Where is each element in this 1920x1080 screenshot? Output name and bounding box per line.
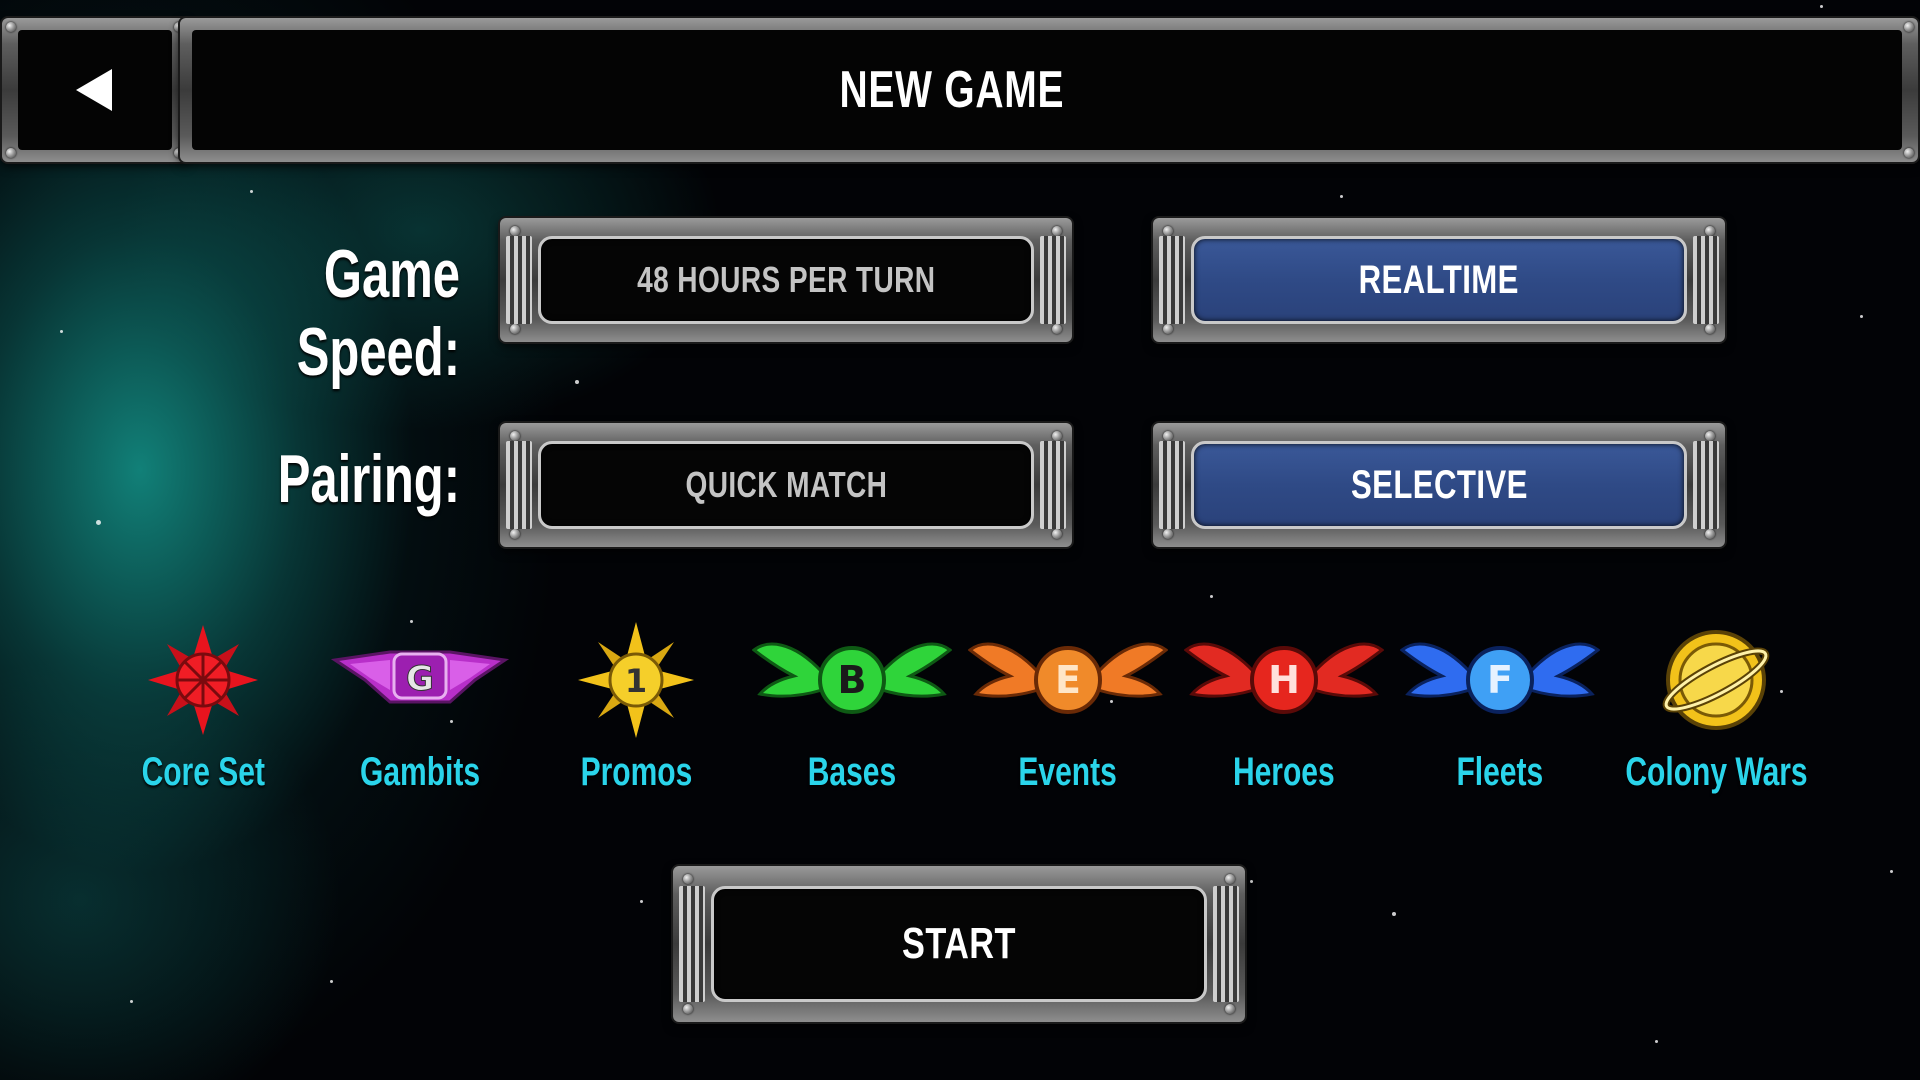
events-icon: E [968, 642, 1168, 714]
heroes-icon: H [1184, 642, 1384, 714]
core-set-icon [148, 625, 258, 735]
expansion-promos[interactable]: 1 Promos [536, 620, 736, 820]
start-button[interactable]: START [673, 866, 1245, 1022]
expansion-label: Gambits [359, 750, 481, 794]
bases-icon: B [752, 642, 952, 714]
option-realtime-label: REALTIME [1358, 257, 1520, 302]
pairing-label: Pairing: [277, 441, 460, 517]
expansion-gambits[interactable]: G Gambits [320, 620, 520, 820]
expansion-label: Fleets [1456, 750, 1544, 794]
expansion-heroes[interactable]: H Heroes [1184, 620, 1384, 820]
expansion-label: Core Set [141, 750, 265, 794]
colony-wars-icon [1662, 630, 1770, 730]
expansion-colony-wars[interactable]: Colony Wars [1616, 620, 1816, 820]
start-label: START [902, 919, 1016, 968]
option-48-hours-per-turn-label: 48 HOURS PER TURN [636, 259, 936, 300]
promos-icon: 1 [578, 622, 694, 738]
expansion-fleets[interactable]: F Fleets [1400, 620, 1600, 820]
back-button[interactable] [2, 18, 188, 162]
option-selective-button[interactable]: SELECTIVE [1153, 423, 1725, 547]
expansion-label: Bases [807, 750, 897, 794]
expansion-bases[interactable]: B Bases [752, 620, 952, 820]
svg-text:1: 1 [625, 662, 647, 700]
expansion-label: Colony Wars [1624, 750, 1808, 794]
option-48-hours-per-turn-button[interactable]: 48 HOURS PER TURN [500, 218, 1072, 342]
expansion-core-set[interactable]: Core Set [103, 620, 303, 820]
option-quick-match-label: QUICK MATCH [685, 464, 887, 505]
gambits-icon: G [330, 650, 510, 704]
fleets-icon: F [1400, 642, 1600, 714]
expansion-events[interactable]: E Events [968, 620, 1168, 820]
svg-text:F: F [1487, 658, 1513, 702]
new-game-screen: NEW GAME Game Speed: 48 HOURS PER TURN R… [0, 0, 1920, 1080]
svg-text:G: G [406, 659, 434, 699]
page-title: NEW GAME [839, 61, 1065, 119]
title-bar: NEW GAME [180, 18, 1918, 162]
game-speed-label: Game Speed: [296, 236, 460, 390]
option-quick-match-button[interactable]: QUICK MATCH [500, 423, 1072, 547]
option-realtime-button[interactable]: REALTIME [1153, 218, 1725, 342]
svg-text:B: B [838, 658, 867, 702]
expansion-label: Events [1018, 750, 1118, 794]
option-selective-label: SELECTIVE [1350, 462, 1528, 507]
expansion-label: Promos [580, 750, 692, 794]
svg-text:E: E [1055, 658, 1081, 702]
header-bar: NEW GAME [0, 18, 1920, 162]
expansion-label: Heroes [1233, 750, 1335, 794]
back-arrow-icon [76, 69, 112, 111]
svg-text:H: H [1268, 658, 1300, 702]
